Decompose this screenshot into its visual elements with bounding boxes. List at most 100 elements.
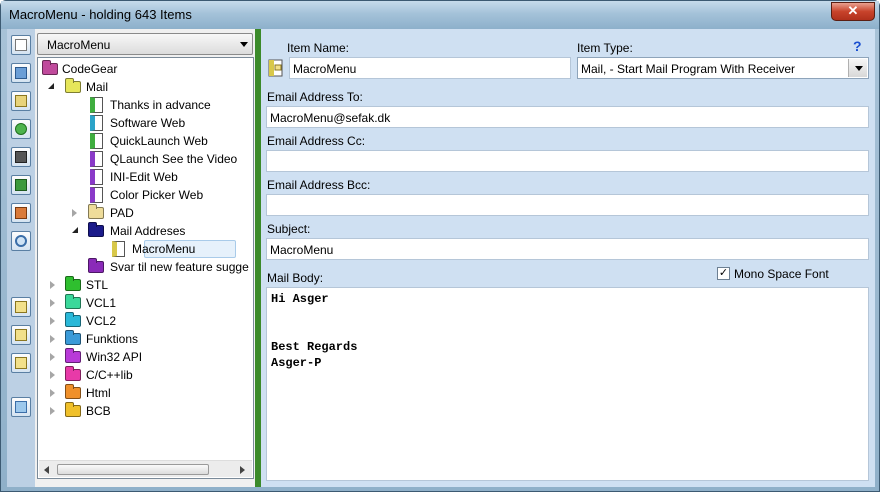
tree-node-vcl2[interactable]: VCL2 — [38, 312, 248, 330]
web-page-icon — [90, 133, 103, 149]
mail-item-icon — [267, 59, 285, 77]
menu-selector-dropdown[interactable]: MacroMenu — [37, 33, 253, 55]
email-cc-input[interactable] — [266, 150, 869, 172]
import-icon — [15, 329, 27, 341]
email-cc-label: Email Address Cc: — [267, 134, 366, 148]
help-icon[interactable]: ? — [853, 38, 862, 54]
mono-space-label[interactable]: Mono Space Font — [734, 267, 829, 281]
search-icon — [15, 235, 27, 247]
edit-icon — [15, 179, 27, 191]
close-button[interactable]: ✕ — [831, 2, 875, 21]
app-window: MacroMenu - holding 643 Items ✕ MacroMen… — [0, 0, 880, 492]
chevron-down-icon — [240, 42, 248, 47]
tree-node-vcl1[interactable]: VCL1 — [38, 294, 248, 312]
email-bcc-label: Email Address Bcc: — [267, 178, 371, 192]
new-item-button[interactable] — [11, 35, 31, 55]
tree-node-mail-item[interactable]: Color Picker Web — [38, 186, 248, 204]
open-folder-icon — [15, 67, 27, 79]
tree-node-funktions[interactable]: Funktions — [38, 330, 248, 348]
expand-arrow-icon[interactable] — [50, 317, 55, 325]
save-icon — [15, 151, 27, 163]
folder-icon — [65, 348, 81, 363]
menu-selector-value: MacroMenu — [47, 38, 111, 52]
item-editor-form: Item Name: MacroMenu Item Type: ? Mail, … — [261, 29, 875, 487]
web-page-icon — [90, 97, 103, 113]
tree-node-mail-addreses[interactable]: Mail Addreses — [38, 222, 248, 240]
tree-node-win32-api[interactable]: Win32 API — [38, 348, 248, 366]
folder-icon — [65, 294, 81, 309]
tree-node-mail-item[interactable]: INI-Edit Web — [38, 168, 248, 186]
mail-body-textarea[interactable]: Hi Asger Best Regards Asger-P — [266, 287, 869, 481]
email-to-input[interactable]: MacroMenu@sefak.dk — [266, 106, 869, 128]
collapse-arrow-icon[interactable] — [48, 83, 54, 89]
folder-icon — [65, 330, 81, 345]
window-title: MacroMenu - holding 643 Items — [9, 7, 192, 22]
move-down-button[interactable] — [11, 353, 31, 373]
expand-arrow-icon[interactable] — [72, 209, 77, 217]
move-up-icon — [15, 301, 27, 313]
tree-node-macromenu-selected[interactable]: MacroMenu — [38, 240, 248, 258]
expand-arrow-icon[interactable] — [50, 353, 55, 361]
folder-icon — [65, 312, 81, 327]
body-line: Asger-P — [271, 356, 322, 370]
subject-label: Subject: — [267, 222, 311, 236]
expand-arrow-icon[interactable] — [50, 371, 55, 379]
expand-arrow-icon[interactable] — [50, 335, 55, 343]
title-bar[interactable]: MacroMenu - holding 643 Items ✕ — [1, 1, 879, 29]
tree-node-mail-item[interactable]: Software Web — [38, 114, 248, 132]
move-down-icon — [15, 357, 27, 369]
subject-input[interactable]: MacroMenu — [266, 238, 869, 260]
tree-node-mail-item[interactable]: QLaunch See the Video — [38, 150, 248, 168]
mail-item-icon — [112, 241, 125, 257]
tree-horizontal-scrollbar[interactable] — [39, 460, 252, 477]
expand-arrow-icon[interactable] — [50, 407, 55, 415]
scroll-right-icon[interactable] — [240, 466, 245, 474]
folder-icon — [88, 222, 104, 237]
export-icon — [15, 95, 27, 107]
recycle-icon — [15, 401, 27, 413]
properties-button[interactable] — [11, 203, 31, 223]
scrollbar-thumb[interactable] — [57, 464, 209, 475]
collapse-arrow-icon[interactable] — [72, 227, 78, 233]
tree-node-pad[interactable]: PAD — [38, 204, 248, 222]
folder-icon — [65, 402, 81, 417]
export-button[interactable] — [11, 91, 31, 111]
folder-icon — [42, 60, 58, 75]
tree-node-mail-item[interactable]: Svar til new feature sugge — [38, 258, 253, 276]
edit-button[interactable] — [11, 175, 31, 195]
body-line: Best Regards — [271, 340, 358, 354]
tree-node-mail[interactable]: Mail — [38, 78, 248, 96]
web-page-icon — [90, 115, 103, 131]
item-type-select[interactable]: Mail, - Start Mail Program With Receiver — [577, 57, 869, 79]
chevron-down-icon[interactable] — [848, 59, 867, 77]
search-button[interactable] — [11, 231, 31, 251]
item-name-input[interactable]: MacroMenu — [289, 57, 571, 79]
import-button[interactable] — [11, 325, 31, 345]
folder-icon — [88, 258, 104, 273]
recycle-button[interactable] — [11, 397, 31, 417]
save-button[interactable] — [11, 147, 31, 167]
tree-node-mail-item[interactable]: QuickLaunch Web — [38, 132, 248, 150]
item-tree[interactable]: CodeGear Mail Thanks in advance Software… — [37, 57, 254, 479]
open-folder-button[interactable] — [11, 63, 31, 83]
web-page-icon — [90, 169, 103, 185]
expand-arrow-icon[interactable] — [50, 281, 55, 289]
tree-node-ccpplib[interactable]: C/C++lib — [38, 366, 248, 384]
tree-node-codegear[interactable]: CodeGear — [38, 60, 248, 78]
tree-node-stl[interactable]: STL — [38, 276, 248, 294]
web-page-icon — [90, 151, 103, 167]
refresh-button[interactable] — [11, 119, 31, 139]
tree-node-html[interactable]: Html — [38, 384, 248, 402]
client-area: MacroMenu CodeGear Mail Thanks in advanc… — [7, 29, 875, 487]
folder-icon — [65, 276, 81, 291]
expand-arrow-icon[interactable] — [50, 299, 55, 307]
email-bcc-input[interactable] — [266, 194, 869, 216]
tree-node-bcb[interactable]: BCB — [38, 402, 248, 420]
expand-arrow-icon[interactable] — [50, 389, 55, 397]
properties-icon — [15, 207, 27, 219]
mono-space-checkbox[interactable]: ✓ — [717, 267, 730, 280]
scroll-left-icon[interactable] — [44, 466, 49, 474]
folder-icon — [65, 78, 81, 93]
tree-node-mail-item[interactable]: Thanks in advance — [38, 96, 248, 114]
move-up-button[interactable] — [11, 297, 31, 317]
